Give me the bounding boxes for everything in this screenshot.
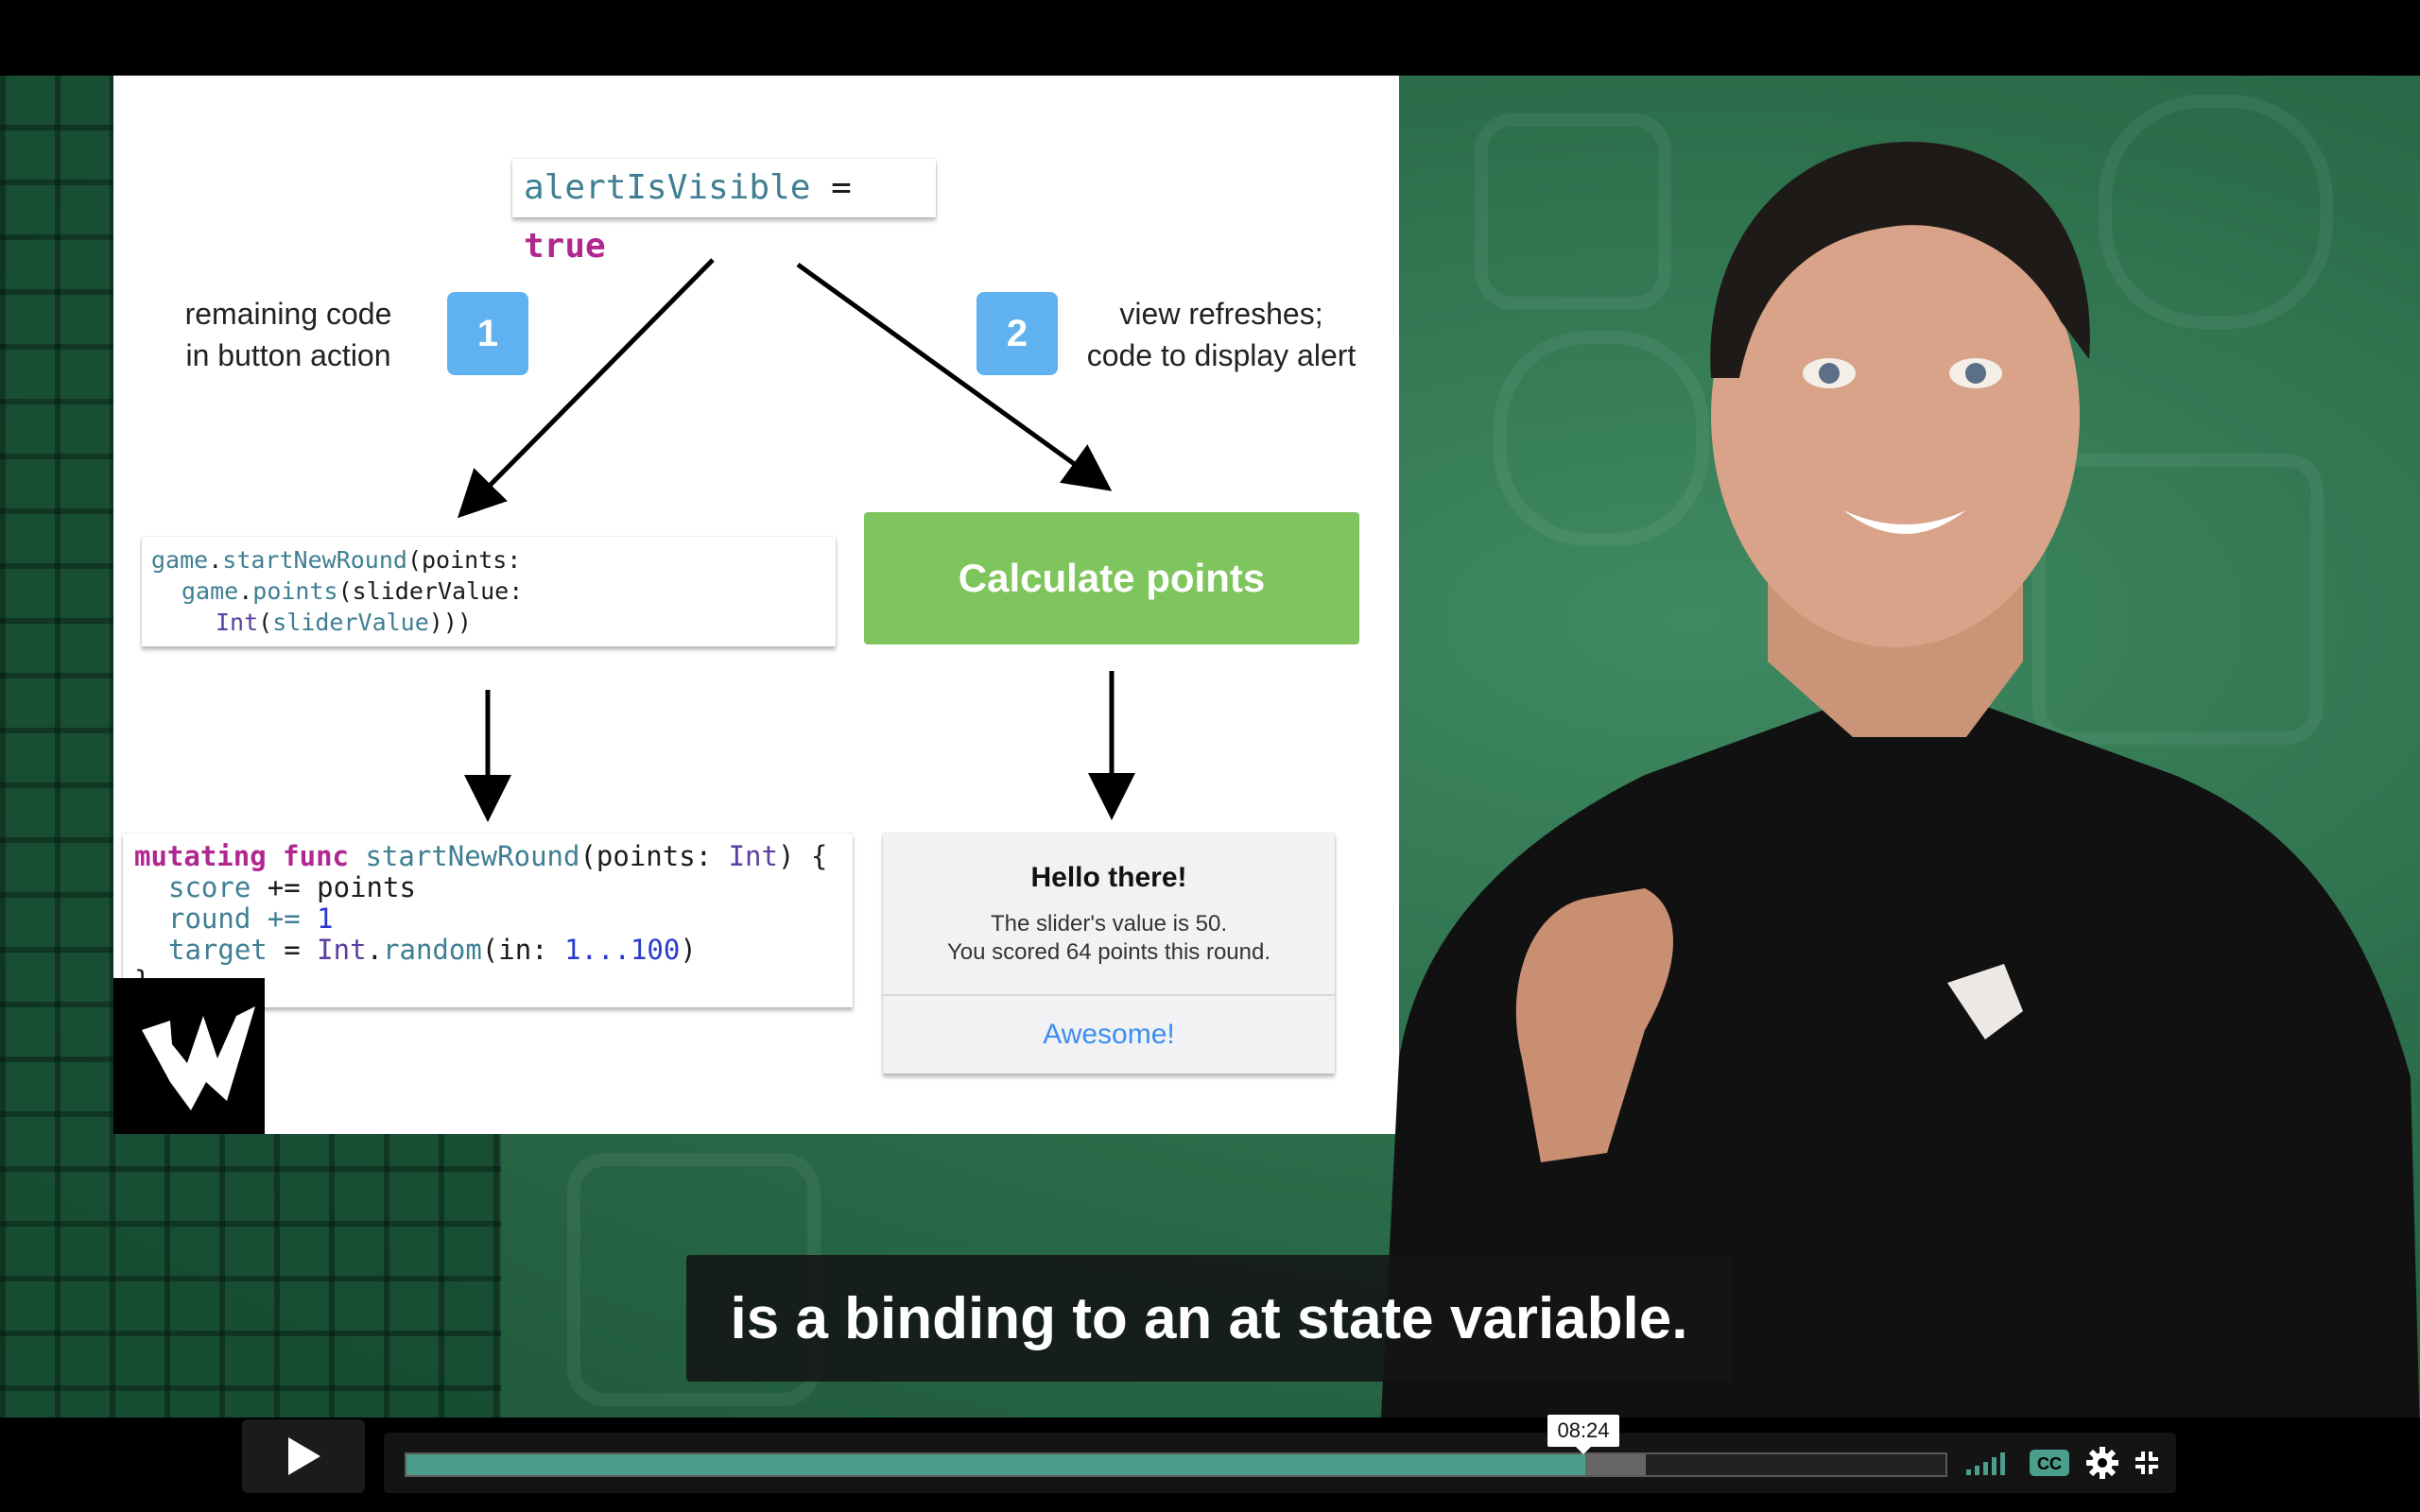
code-token: score (168, 871, 251, 903)
code-token: mutating (134, 840, 267, 872)
code-token: += (267, 871, 301, 903)
captions-button[interactable]: CC (2029, 1444, 2070, 1482)
progress-played (406, 1454, 1586, 1475)
code-line: score += points (134, 872, 853, 903)
step2-badge: 2 (977, 292, 1058, 375)
top-letterbox (0, 0, 2420, 76)
code-token: . (238, 577, 253, 605)
cc-icon: CC (2030, 1450, 2069, 1476)
alert-title: Hello there! (1030, 862, 1187, 893)
code-token: . (208, 546, 223, 574)
code-token: ))) (428, 609, 472, 636)
code-token: points (252, 577, 338, 605)
code-token: game (182, 577, 239, 605)
alert-button: Awesome! (1043, 1019, 1175, 1050)
code-token: func (283, 840, 349, 872)
step1-badge: 1 (447, 292, 528, 375)
code-token: 1 (317, 902, 334, 935)
code-line: Int(sliderValue))) (151, 607, 836, 638)
code-token: startNewRound (365, 840, 580, 872)
code-token: game (151, 546, 209, 574)
code-token: ) { (777, 840, 828, 872)
step2-label: view refreshes; code to display alert (1070, 293, 1373, 376)
subtitle-caption: is a binding to an at state variable. (686, 1255, 1732, 1382)
calculate-points-box: Calculate points (864, 512, 1359, 644)
settings-icon (2086, 1447, 2118, 1479)
code-line: game.startNewRound(points: (151, 544, 836, 576)
step1-label-line: in button action (185, 338, 391, 372)
raywenderlich-logo (113, 978, 265, 1134)
time-tooltip: 08:24 (1547, 1415, 1619, 1454)
code-token: (points: (579, 840, 729, 872)
volume-button[interactable] (1964, 1444, 2012, 1482)
code-token: (in: (481, 934, 565, 966)
code-token: random (383, 934, 482, 966)
settings-button[interactable] (2085, 1444, 2119, 1482)
code-token: Int (728, 840, 778, 872)
code-token: = (284, 934, 301, 966)
code-token: 1...100 (564, 934, 681, 966)
step1-label: remaining code in button action (151, 293, 425, 376)
code-token: ) (680, 934, 697, 966)
rw-logo-icon (142, 1006, 255, 1110)
code-token: points (317, 871, 416, 903)
code-line: target = Int.random(in: 1...100) (134, 935, 853, 966)
step1-label-line: remaining code (184, 297, 392, 331)
volume-icon (1966, 1452, 2005, 1475)
code-token: = (831, 168, 852, 207)
progress-bar[interactable] (405, 1452, 1947, 1477)
code-token: (points: (406, 546, 522, 574)
code-line: round += 1 (134, 903, 853, 935)
code-token: Int (317, 934, 367, 966)
play-button[interactable] (242, 1419, 365, 1493)
code-token: startNewRound (222, 546, 407, 574)
code-token: target (168, 934, 268, 966)
code-token: (sliderValue: (337, 577, 524, 605)
alert-preview: Hello there! The slider's value is 50. Y… (883, 833, 1335, 1074)
code-token: Int (216, 609, 259, 636)
play-icon (288, 1437, 320, 1475)
code-token: alertIsVisible (524, 168, 811, 207)
alert-message: The slider's value is 50. (990, 911, 1228, 936)
presenter (1380, 142, 2420, 1436)
fullscreen-exit-icon (2135, 1452, 2158, 1474)
alert-message: You scored 64 points this round. (946, 939, 1270, 965)
lecture-slide: alertIsVisible = true remaining code in … (113, 76, 1399, 1134)
code-token: round (168, 902, 251, 935)
start-new-round-call-code: game.startNewRound(points: game.points(s… (142, 537, 836, 646)
svg-text:CC: CC (2037, 1454, 2062, 1473)
code-line: game.points(sliderValue: (151, 576, 836, 607)
code-token: ( (258, 609, 273, 636)
code-token: . (366, 934, 384, 966)
code-token: sliderValue (272, 609, 429, 636)
code-token: += (267, 902, 301, 935)
alert-state-code: alertIsVisible = true (512, 159, 936, 266)
fullscreen-button[interactable] (2133, 1444, 2161, 1482)
step2-label-line: view refreshes; (1119, 297, 1323, 331)
code-line: mutating func startNewRound(points: Int)… (134, 841, 853, 872)
step2-label-line: code to display alert (1086, 338, 1357, 372)
code-token: true (524, 227, 606, 266)
